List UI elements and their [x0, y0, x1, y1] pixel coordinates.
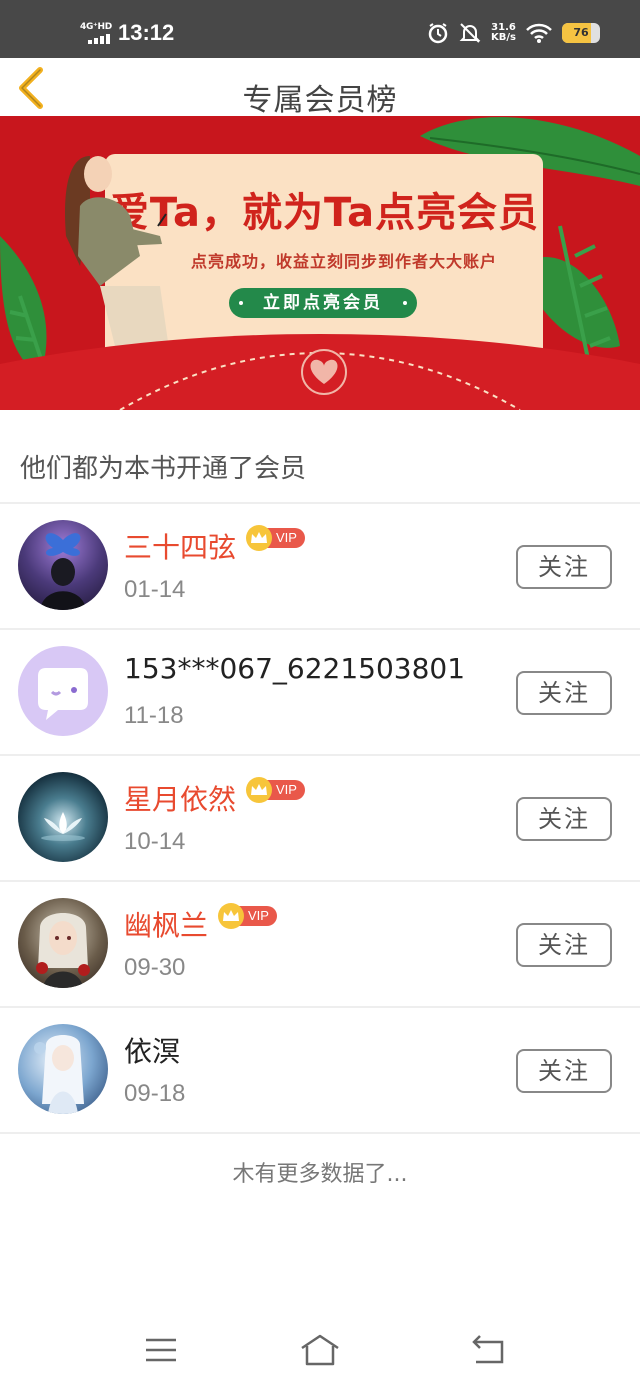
- promo-banner[interactable]: 爱Ta，就为Ta点亮会员 点亮成功，收益立刻同步到作者大大账户 立即点亮会员: [0, 116, 640, 410]
- home-icon: [301, 1334, 339, 1366]
- list-item[interactable]: 依溟 09-18 关注: [0, 1008, 640, 1134]
- girl-avatar-icon: [36, 913, 90, 988]
- back-nav-button[interactable]: [468, 1332, 508, 1368]
- vip-badge: VIP: [218, 903, 277, 929]
- butterfly-avatar-icon: [40, 533, 86, 610]
- wifi-icon: [526, 23, 552, 43]
- battery-icon: 76: [562, 23, 600, 43]
- menu-icon: [146, 1338, 176, 1362]
- network-type: 4G⁺HD: [80, 22, 112, 32]
- anime-avatar-icon: [34, 1035, 84, 1114]
- follow-button[interactable]: 关注: [516, 797, 612, 841]
- member-date: 09-18: [124, 1080, 186, 1107]
- light-up-membership-button[interactable]: 立即点亮会员: [229, 288, 417, 318]
- section-title: 他们都为本书开通了会员: [20, 454, 307, 484]
- member-date: 11-18: [124, 702, 184, 729]
- vip-badge: VIP: [246, 525, 305, 551]
- avatar[interactable]: [18, 1024, 108, 1114]
- envelope-flap-icon: [0, 334, 640, 410]
- avatar[interactable]: [18, 898, 108, 988]
- member-name[interactable]: 幽枫兰: [124, 904, 208, 944]
- list-item[interactable]: 幽枫兰 VIP 09-30 关注: [0, 882, 640, 1008]
- avatar[interactable]: [18, 646, 108, 736]
- status-bar: 4G⁺HD 13:12 31.6 KB/s 76: [0, 0, 640, 58]
- chat-bubble-avatar-icon: [38, 668, 88, 720]
- follow-button[interactable]: 关注: [516, 1049, 612, 1093]
- crown-icon: [246, 525, 273, 551]
- signal-icon: [88, 34, 110, 44]
- follow-button[interactable]: 关注: [516, 923, 612, 967]
- clock: 13:12: [118, 20, 175, 45]
- member-name[interactable]: 依溟: [124, 1030, 180, 1070]
- follow-button[interactable]: 关注: [516, 671, 612, 715]
- menu-button[interactable]: [142, 1332, 182, 1368]
- system-nav-bar: [0, 1312, 640, 1387]
- member-name[interactable]: 星月依然: [124, 778, 236, 818]
- crown-icon: [218, 903, 245, 929]
- follow-button[interactable]: 关注: [516, 545, 612, 589]
- member-date: 01-14: [124, 576, 186, 603]
- list-item[interactable]: 星月依然 VIP 10-14 关注: [0, 756, 640, 882]
- app-header: 专属会员榜: [0, 58, 640, 118]
- mute-icon: [459, 23, 481, 43]
- lotus-avatar-icon: [41, 812, 85, 841]
- vip-badge: VIP: [246, 777, 305, 803]
- no-more-data-text: 木有更多数据了...: [232, 1162, 408, 1187]
- member-name[interactable]: 153***067_6221503801: [124, 652, 465, 685]
- member-list: 三十四弦 VIP 01-14 关注 153***067_6221503801 1…: [0, 504, 640, 1134]
- member-date: 10-14: [124, 828, 186, 855]
- list-item[interactable]: 153***067_6221503801 11-18 关注: [0, 630, 640, 756]
- alarm-icon: [428, 23, 448, 44]
- page-title: 专属会员榜: [242, 83, 398, 118]
- network-speed: 31.6 KB/s: [491, 22, 516, 43]
- back-icon: [472, 1335, 504, 1364]
- avatar[interactable]: [18, 772, 108, 862]
- home-button[interactable]: [300, 1332, 340, 1368]
- member-name[interactable]: 三十四弦: [124, 526, 236, 566]
- list-item[interactable]: 三十四弦 VIP 01-14 关注: [0, 504, 640, 630]
- crown-icon: [246, 777, 273, 803]
- member-date: 09-30: [124, 954, 186, 981]
- avatar[interactable]: [18, 520, 108, 610]
